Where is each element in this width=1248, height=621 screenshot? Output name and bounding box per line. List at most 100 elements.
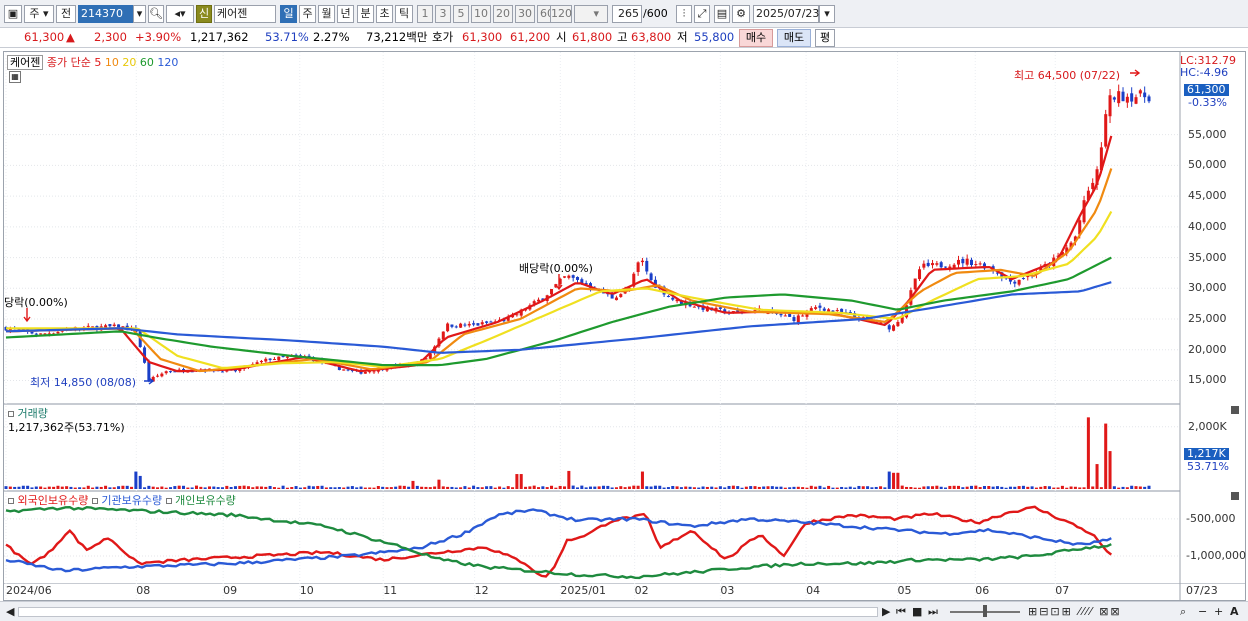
- stop-icon[interactable]: ■: [912, 605, 922, 619]
- calendar-dropdown-icon[interactable]: ▾: [819, 5, 835, 23]
- candle-body: [108, 324, 112, 327]
- interval-1[interactable]: 1: [417, 5, 433, 23]
- sell-button[interactable]: 매도: [777, 29, 811, 47]
- candle-body: [86, 325, 90, 327]
- period-week[interactable]: 주: [299, 5, 316, 23]
- volume-bar: [4, 486, 8, 489]
- period-minute[interactable]: 분: [357, 5, 374, 23]
- investor-tick-label: -1,000,000: [1186, 549, 1246, 562]
- volume-bar: [485, 486, 489, 489]
- interval-120[interactable]: 120: [550, 5, 572, 23]
- interval-10[interactable]: 10: [471, 5, 491, 23]
- candle-style-icon[interactable]: ⫶: [676, 5, 692, 23]
- volume-bar: [844, 487, 848, 489]
- period-day[interactable]: 일: [280, 5, 297, 23]
- volume-bar: [528, 486, 532, 489]
- volume-bar: [1138, 486, 1142, 489]
- candle-body: [671, 297, 675, 300]
- period-second[interactable]: 초: [376, 5, 393, 23]
- drawing-tools-icons[interactable]: ⊞⊟⊡⊞ ⁄⁄⁄⁄ ⊠⊠: [1028, 605, 1122, 619]
- last-icon[interactable]: ⏭: [928, 605, 938, 619]
- candle-body: [1013, 281, 1017, 284]
- candle-body: [961, 258, 965, 264]
- code-dropdown-icon[interactable]: ▾: [133, 5, 146, 23]
- candle-body: [277, 356, 281, 361]
- interval-5[interactable]: 5: [453, 5, 469, 23]
- volume-bar: [580, 485, 584, 489]
- volume-bar: [433, 486, 437, 489]
- scroll-left-icon[interactable]: ◀: [6, 605, 14, 619]
- interval-custom-select[interactable]: ▾: [574, 5, 608, 23]
- volume-bar: [900, 485, 904, 489]
- search-icon[interactable]: 🔍︎: [148, 5, 164, 23]
- gear-icon[interactable]: ⚙: [732, 5, 750, 23]
- volume-bar: [47, 486, 51, 489]
- chart-menu-icon[interactable]: ▣: [4, 5, 22, 23]
- period-month[interactable]: 월: [318, 5, 335, 23]
- volume-bar: [441, 486, 445, 489]
- volume-bar: [177, 485, 181, 489]
- chart-area[interactable]: 케어젠 종가 단순 5 10 20 60 120 ▦ 55,000 50,000 4…: [3, 51, 1246, 601]
- volume-toggle-icon[interactable]: [8, 411, 14, 417]
- volume-bar: [13, 486, 17, 489]
- eval-button[interactable]: 평: [815, 29, 835, 47]
- save-icon[interactable]: ▤: [714, 5, 730, 23]
- stock-code-input[interactable]: 214370: [78, 5, 133, 23]
- interval-20[interactable]: 20: [493, 5, 513, 23]
- zoom-slider-handle[interactable]: [983, 605, 987, 617]
- open-price: 61,800: [572, 30, 613, 44]
- zoom-in-icon[interactable]: +: [1214, 605, 1223, 619]
- draw-tool-icon[interactable]: ⤢: [694, 5, 710, 23]
- volume-bar: [857, 485, 861, 489]
- investor-toggle-icon[interactable]: [8, 498, 14, 504]
- volume-bar: [597, 486, 601, 489]
- interval-30[interactable]: 30: [515, 5, 535, 23]
- stock-name-field[interactable]: 케어젠: [214, 5, 276, 23]
- auto-scale-icon[interactable]: A: [1230, 605, 1239, 619]
- speaker-icon[interactable]: ◂▾: [166, 5, 194, 23]
- x-tick-label: 07/23: [1186, 584, 1218, 597]
- type-select[interactable]: 주 ▾: [24, 5, 54, 23]
- x-tick-label: 11: [383, 584, 398, 597]
- period-tick[interactable]: 틱: [395, 5, 413, 23]
- candle-body: [969, 259, 973, 266]
- volume-bar: [537, 487, 541, 489]
- volume-bar: [454, 487, 458, 489]
- volume-bar: [1073, 486, 1077, 489]
- first-icon[interactable]: ⏮: [896, 605, 906, 619]
- candle-body: [922, 263, 926, 268]
- volume-pane-close-icon[interactable]: [1231, 406, 1239, 414]
- volume-bar: [169, 487, 173, 489]
- period-year[interactable]: 년: [337, 5, 354, 23]
- investor-toggle-icon-3[interactable]: [165, 498, 172, 504]
- current-pct-tag: -0.33%: [1188, 96, 1227, 109]
- count-input[interactable]: 265: [612, 5, 642, 23]
- investor-toggle-icon-2[interactable]: [91, 498, 98, 504]
- magnifier-icon[interactable]: ⌕: [1180, 605, 1186, 619]
- scroll-right-icon[interactable]: ▶: [882, 605, 890, 619]
- volume-bar: [34, 486, 38, 489]
- investor-pane-title: 외국인보유수량 기관보유수량 개인보유수량: [8, 492, 236, 508]
- volume-bar: [502, 487, 506, 489]
- volume-bar: [874, 486, 878, 489]
- volume-bar: [796, 486, 800, 489]
- date-input[interactable]: 2025/07/23: [753, 5, 819, 23]
- investor-pane-close-icon[interactable]: [1231, 492, 1239, 500]
- candle-body: [489, 321, 493, 323]
- volume-bar: [779, 486, 783, 489]
- x-tick-label: 12: [474, 584, 489, 597]
- volume-bar: [740, 487, 744, 489]
- horizontal-scrollbar[interactable]: [18, 607, 878, 617]
- volume-bar: [52, 486, 56, 489]
- zoom-out-icon[interactable]: −: [1198, 605, 1207, 619]
- interval-3[interactable]: 3: [435, 5, 451, 23]
- volume-bar: [887, 471, 891, 489]
- volume-bar: [965, 486, 969, 489]
- volume-bar: [1004, 487, 1008, 489]
- price-tick-label: 25,000: [1188, 312, 1227, 326]
- volume-bar: [588, 486, 592, 489]
- volume-bar: [982, 486, 986, 489]
- prev-button[interactable]: 전: [56, 5, 76, 23]
- volume-bar: [1052, 487, 1056, 489]
- buy-button[interactable]: 매수: [739, 29, 773, 47]
